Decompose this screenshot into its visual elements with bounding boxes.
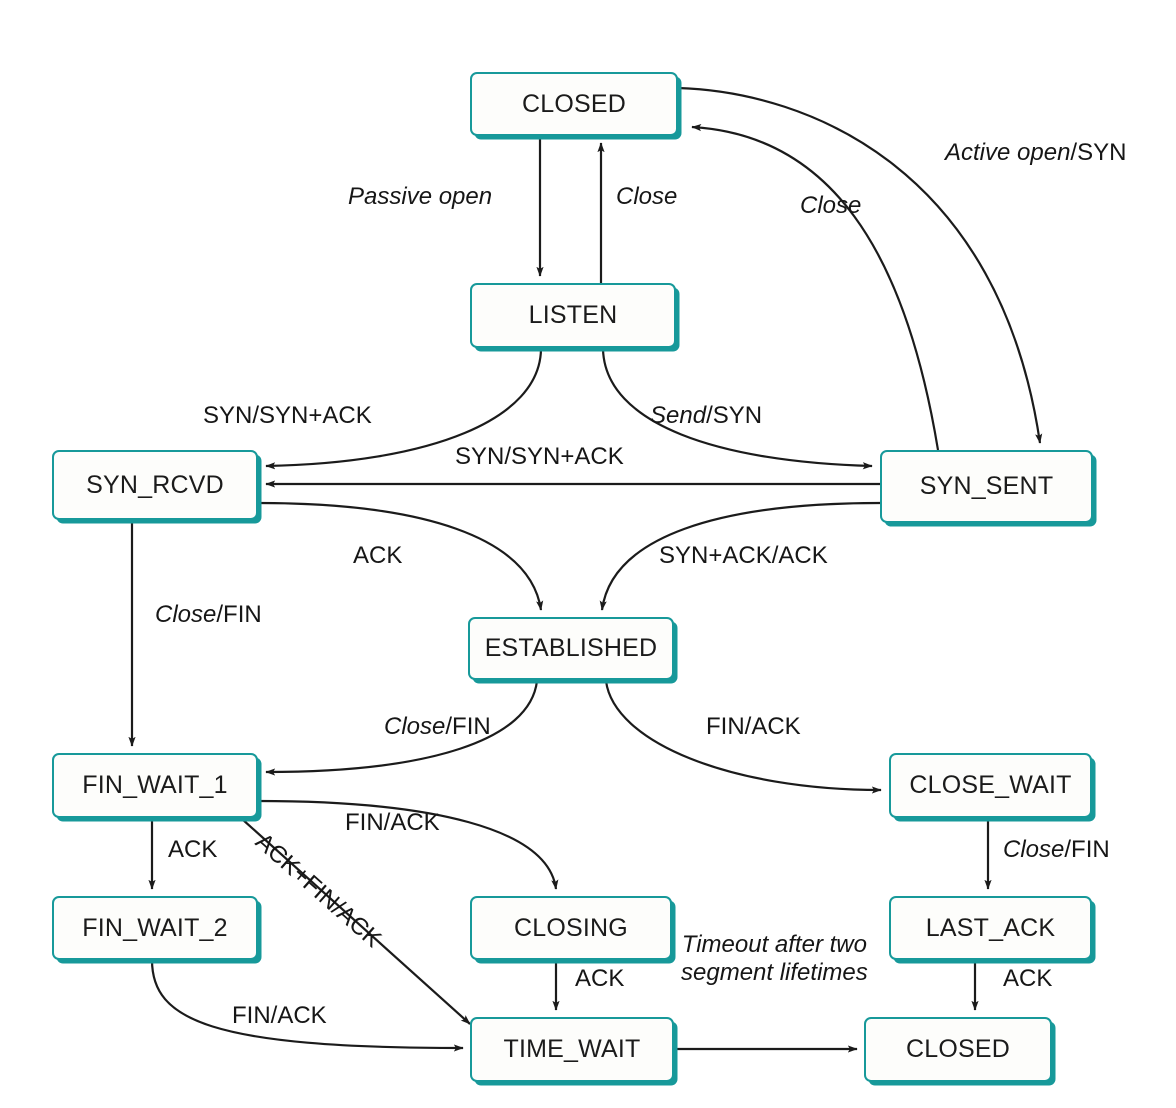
event-text: Close (155, 601, 217, 628)
state-established[interactable]: ESTABLISHED (468, 617, 674, 680)
event-text: ACK (1003, 965, 1053, 992)
state-closed-top[interactable]: CLOSED (470, 72, 678, 136)
state-label: ESTABLISHED (484, 634, 658, 662)
event-text: SYN/SYN+ACK (203, 402, 372, 429)
action-text: /FIN (445, 713, 491, 740)
transition-label-ack-finwait2: ACK (168, 836, 217, 864)
event-text: Active open (945, 139, 1071, 166)
state-closed-bottom[interactable]: CLOSED (864, 1017, 1052, 1082)
state-fin-wait-2[interactable]: FIN_WAIT_2 (52, 896, 258, 960)
transition-label-syn-synack-listen: SYN/SYN+ACK (203, 402, 372, 430)
state-label: CLOSED (905, 1035, 1010, 1063)
action-text: /SYN (706, 402, 763, 429)
tcp-state-diagram: CLOSED LISTEN SYN_RCVD SYN_SENT ESTABLIS… (0, 0, 1176, 1108)
transition-label-send-syn: Send/SYN (650, 402, 762, 430)
state-label: TIME_WAIT (503, 1035, 641, 1063)
event-text: Passive open (348, 183, 493, 210)
transition-label-close-synsent: Close (800, 192, 861, 220)
transition-label-ack-established: ACK (353, 542, 402, 570)
state-fin-wait-1[interactable]: FIN_WAIT_1 (52, 753, 258, 818)
event-text: Close (800, 192, 862, 219)
event-text: ACK (353, 542, 403, 569)
transition-label-close-fin-closewait: Close/FIN (1003, 836, 1110, 864)
transition-label-timeout: Timeout after two segment lifetimes (681, 931, 868, 987)
state-label: CLOSED (521, 89, 626, 118)
transition-label-close-fin-established: Close/FIN (384, 713, 491, 741)
state-closing[interactable]: CLOSING (470, 896, 672, 960)
event-text: SYN/SYN+ACK (455, 443, 624, 470)
timeout-line-1: Timeout after two (681, 931, 867, 958)
transition-label-fin-ack-timewait: FIN/ACK (232, 1002, 327, 1030)
state-listen[interactable]: LISTEN (470, 283, 676, 348)
transition-label-active-open: Active open/SYN (945, 139, 1126, 167)
event-text: FIN/ACK (706, 713, 801, 740)
state-label: LAST_ACK (925, 913, 1056, 942)
transition-label-ack-closing-timewait: ACK (575, 965, 624, 993)
event-text: ACK (168, 836, 218, 863)
event-text: Close (616, 183, 678, 210)
state-syn-rcvd[interactable]: SYN_RCVD (52, 450, 258, 520)
transition-label-close-fin-synrcvd: Close/FIN (155, 601, 262, 629)
transition-label-synack-ack: SYN+ACK/ACK (659, 542, 828, 570)
state-syn-sent[interactable]: SYN_SENT (880, 450, 1093, 523)
transition-label-close-listen: Close (616, 183, 677, 211)
event-text: FIN/ACK (232, 1002, 327, 1029)
transition-label-passive-open: Passive open (348, 183, 492, 211)
action-text: /FIN (216, 601, 262, 628)
event-text: Send (650, 402, 707, 429)
transition-label-fin-ack-closewait: FIN/ACK (706, 713, 801, 741)
state-label: FIN_WAIT_1 (82, 771, 228, 799)
state-label: FIN_WAIT_2 (82, 913, 228, 942)
event-text: ACK (575, 965, 625, 992)
event-text: FIN/ACK (345, 809, 440, 836)
transition-label-fin-ack-closing: FIN/ACK (345, 809, 440, 837)
state-last-ack[interactable]: LAST_ACK (889, 896, 1092, 960)
action-text: /FIN (1064, 836, 1110, 863)
state-close-wait[interactable]: CLOSE_WAIT (889, 753, 1092, 818)
state-label: CLOSE_WAIT (909, 771, 1072, 799)
event-text: SYN+ACK/ACK (659, 542, 828, 569)
state-label: SYN_SENT (919, 472, 1054, 500)
state-label: SYN_RCVD (86, 470, 224, 499)
transition-label-ack-lastack: ACK (1003, 965, 1052, 993)
transition-label-syn-synack-synsent: SYN/SYN+ACK (455, 443, 624, 471)
state-time-wait[interactable]: TIME_WAIT (470, 1017, 674, 1082)
state-label: CLOSING (514, 913, 628, 942)
timeout-line-2: segment lifetimes (681, 958, 868, 986)
event-text: Close (1003, 836, 1065, 863)
state-label: LISTEN (528, 301, 618, 329)
event-text: Close (384, 713, 446, 740)
action-text: /SYN (1070, 139, 1127, 166)
